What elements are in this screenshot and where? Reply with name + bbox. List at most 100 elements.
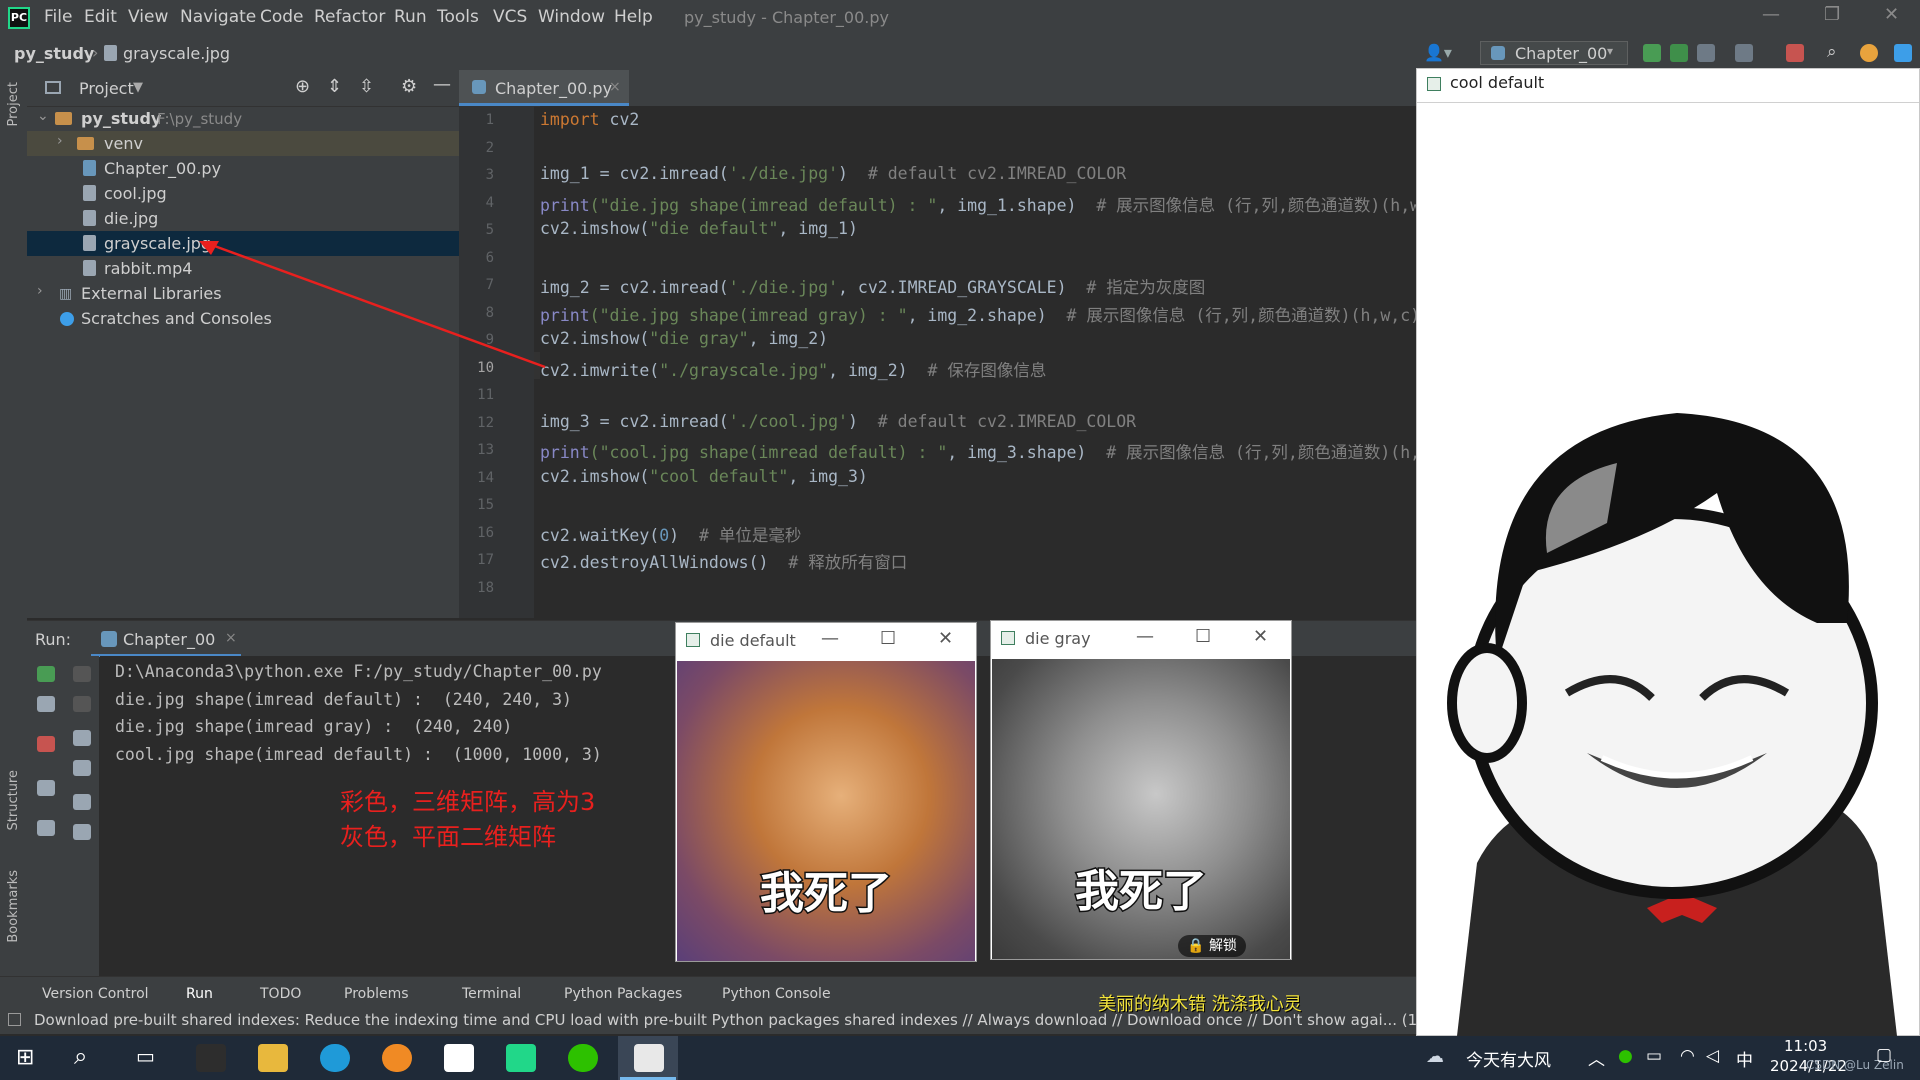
chevron-right-icon[interactable]: › [37, 283, 43, 299]
edge-browser-icon[interactable] [320, 1044, 350, 1072]
breadcrumb-file[interactable]: grayscale.jpg [123, 44, 230, 63]
layout-icon[interactable] [37, 780, 55, 796]
cv-window-cool-default[interactable]: cool default [1416, 68, 1920, 1036]
chevron-down-icon[interactable]: ⌄ [37, 108, 49, 124]
structure-tool-tab[interactable]: Structure [6, 770, 21, 830]
editor-tab-chapter00[interactable]: Chapter_00.py × [459, 70, 629, 106]
menu-edit[interactable]: Edit [84, 7, 117, 27]
tree-item-cool[interactable]: cool.jpg [27, 181, 459, 206]
cv-window-die-gray[interactable]: die gray — ☐ ✕ 我死了 🔒 解锁 [990, 620, 1292, 960]
minimize-icon[interactable]: — [1762, 4, 1780, 25]
weather-text[interactable]: 今天有大风 [1466, 1046, 1551, 1071]
bookmarks-tool-tab[interactable]: Bookmarks [6, 870, 21, 943]
stop-icon[interactable] [37, 736, 55, 752]
clock-time[interactable]: 11:03 [1784, 1037, 1827, 1055]
wechat-tray-icon[interactable]: ● [1618, 1046, 1633, 1066]
hide-panel-icon[interactable]: — [433, 74, 451, 95]
maximize-icon[interactable]: ☐ [880, 628, 896, 649]
gear-icon[interactable]: ⚙ [401, 76, 417, 97]
volume-icon[interactable]: ◁ [1706, 1046, 1719, 1066]
soft-wrap-icon[interactable] [73, 730, 91, 746]
menu-run[interactable]: Run [394, 7, 427, 27]
project-panel-title[interactable]: Project [79, 79, 134, 98]
tool-tab-version-control[interactable]: Version Control [42, 986, 149, 1002]
tree-item-root[interactable]: ⌄ py_study F:\py_study [27, 106, 459, 131]
trash-icon[interactable] [73, 824, 91, 840]
maximize-icon[interactable]: ☐ [1195, 626, 1211, 647]
task-view-icon[interactable]: ▭ [136, 1044, 155, 1068]
user-icon[interactable]: 👤▾ [1424, 43, 1454, 63]
chevron-up-icon[interactable]: ︿ [1588, 1045, 1605, 1070]
tool-tab-python-console[interactable]: Python Console [722, 986, 831, 1002]
tool-tab-run[interactable]: Run [186, 986, 213, 1002]
menu-code[interactable]: Code [260, 7, 304, 27]
restore-icon[interactable]: ❐ [1824, 4, 1840, 25]
windows-start-icon[interactable]: ⊞ [16, 1045, 34, 1070]
tree-item-chapter00[interactable]: Chapter_00.py [27, 156, 459, 181]
menu-refactor[interactable]: Refactor [314, 7, 385, 27]
close-tab-icon[interactable]: × [225, 630, 237, 646]
run-tab-chapter00[interactable]: Chapter_00 × [91, 621, 241, 657]
tree-item-die[interactable]: die.jpg [27, 206, 459, 231]
wechat-icon[interactable] [568, 1044, 598, 1072]
up-arrow-icon[interactable] [73, 666, 91, 682]
expand-all-icon[interactable]: ⇕ [327, 76, 342, 97]
scroll-to-end-icon[interactable] [73, 760, 91, 776]
code-editor[interactable]: import cv2 img_1 = cv2.imread('./die.jpg… [540, 106, 1416, 618]
tree-item-venv[interactable]: › venv [27, 131, 459, 156]
chevron-right-icon[interactable]: › [57, 133, 63, 149]
pin-icon[interactable] [37, 820, 55, 836]
menu-window[interactable]: Window [538, 7, 605, 27]
print-icon[interactable] [73, 794, 91, 810]
chevron-down-icon[interactable]: ▼ [133, 80, 143, 95]
pycharm-logo-icon[interactable]: PC [8, 7, 30, 29]
tool-tab-todo[interactable]: TODO [260, 986, 301, 1002]
tool-tab-problems[interactable]: Problems [344, 986, 409, 1002]
search-icon[interactable]: ⌕ [74, 1042, 87, 1070]
project-tool-tab[interactable]: Project [6, 82, 21, 126]
notification-icon[interactable]: ▢ [1876, 1045, 1892, 1065]
terminal-app-icon[interactable] [196, 1044, 226, 1072]
debug-icon[interactable] [1670, 44, 1688, 62]
rerun-icon[interactable] [1643, 44, 1661, 62]
file-explorer-icon[interactable] [258, 1044, 288, 1072]
menu-navigate[interactable]: Navigate [180, 7, 256, 27]
cv-window-die-default[interactable]: die default — ☐ ✕ 我死了 [675, 622, 977, 962]
battery-icon[interactable]: ▭ [1646, 1046, 1662, 1066]
pycharm-taskbar-icon[interactable] [506, 1044, 536, 1072]
plugin-icon[interactable] [1894, 44, 1912, 62]
weather-icon: ☁ [1426, 1046, 1444, 1067]
run-config-selector[interactable]: Chapter_00 ▾ [1480, 41, 1628, 65]
unlock-badge[interactable]: 🔒 解锁 [1178, 935, 1246, 957]
menu-tools[interactable]: Tools [437, 7, 479, 27]
close-icon[interactable]: ✕ [1884, 4, 1899, 25]
minimize-icon[interactable]: — [1136, 626, 1154, 647]
menu-help[interactable]: Help [614, 7, 653, 27]
menu-file[interactable]: File [44, 7, 72, 27]
close-icon[interactable]: ✕ [1253, 626, 1268, 647]
typora-icon[interactable] [444, 1044, 474, 1072]
menu-view[interactable]: View [128, 7, 168, 27]
menu-vcs[interactable]: VCS [493, 7, 527, 27]
wifi-icon[interactable]: ◠ [1680, 1046, 1695, 1066]
update-icon[interactable] [1860, 44, 1878, 62]
locate-icon[interactable]: ⊕ [295, 76, 310, 97]
collapse-all-icon[interactable]: ⇳ [359, 76, 374, 97]
jupyter-icon[interactable] [382, 1044, 412, 1072]
search-icon[interactable]: ⌕ [1827, 42, 1837, 62]
tool-tab-terminal[interactable]: Terminal [462, 986, 521, 1002]
tool-tab-python-packages[interactable]: Python Packages [564, 986, 682, 1002]
event-log-icon[interactable] [8, 1013, 21, 1026]
opencv-window-taskbar-icon[interactable] [634, 1044, 664, 1072]
wrench-icon[interactable] [37, 696, 55, 712]
down-arrow-icon[interactable] [73, 696, 91, 712]
ime-indicator[interactable]: 中 [1736, 1046, 1753, 1071]
minimize-icon[interactable]: — [821, 628, 839, 649]
close-icon[interactable]: ✕ [938, 628, 953, 649]
rerun-icon[interactable] [37, 666, 55, 682]
profile-icon[interactable] [1735, 44, 1753, 62]
coverage-icon[interactable] [1697, 44, 1715, 62]
stop-icon[interactable] [1786, 44, 1804, 62]
breadcrumb-project[interactable]: py_study [14, 44, 94, 63]
close-tab-icon[interactable]: × [609, 79, 621, 95]
